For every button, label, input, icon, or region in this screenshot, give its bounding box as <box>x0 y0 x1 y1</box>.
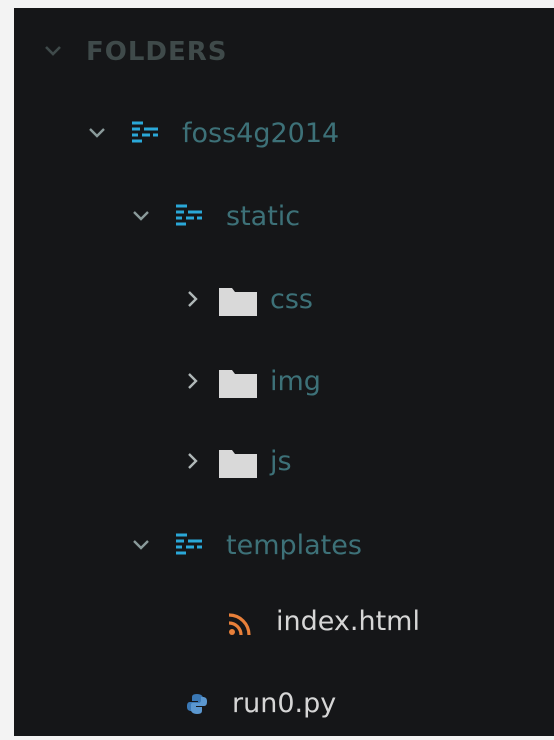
folders-section-header[interactable]: FOLDERS <box>14 28 554 76</box>
chevron-down-icon[interactable] <box>132 193 152 241</box>
folder-icon <box>218 438 258 486</box>
tree-item-static[interactable]: static <box>14 193 554 241</box>
tree-item-label: js <box>270 446 292 477</box>
rss-icon <box>228 598 254 646</box>
tree-item-label: static <box>226 201 301 232</box>
open-folder-icon <box>174 193 204 241</box>
tree-item-img[interactable]: img <box>14 358 554 406</box>
chevron-down-icon[interactable] <box>132 522 152 570</box>
chevron-right-icon[interactable] <box>184 358 204 406</box>
chevron-right-icon[interactable] <box>184 438 204 486</box>
tree-item-run0-py[interactable]: run0.py <box>14 680 554 728</box>
chevron-down-icon[interactable] <box>88 110 108 158</box>
tree-item-label: css <box>270 284 313 315</box>
tree-item-css[interactable]: css <box>14 276 554 324</box>
folder-icon <box>218 358 258 406</box>
tree-item-foss4g2014[interactable]: foss4g2014 <box>14 110 554 158</box>
tree-item-templates[interactable]: templates <box>14 522 554 570</box>
tree-item-js[interactable]: js <box>14 438 554 486</box>
sidebar-panel: FOLDERS foss4g2014 static css img js tem… <box>14 8 554 736</box>
python-icon <box>186 680 210 728</box>
tree-item-label: img <box>270 366 321 397</box>
chevron-right-icon[interactable] <box>184 276 204 324</box>
tree-item-label: index.html <box>276 606 420 637</box>
open-folder-icon <box>130 110 160 158</box>
folders-section-title: FOLDERS <box>86 37 228 67</box>
chevron-down-icon[interactable] <box>44 28 64 76</box>
folder-icon <box>218 276 258 324</box>
open-folder-icon <box>174 522 204 570</box>
tree-item-index-html[interactable]: index.html <box>14 598 554 646</box>
tree-item-label: run0.py <box>232 688 337 719</box>
tree-item-label: templates <box>226 530 362 561</box>
tree-item-label: foss4g2014 <box>182 118 340 149</box>
